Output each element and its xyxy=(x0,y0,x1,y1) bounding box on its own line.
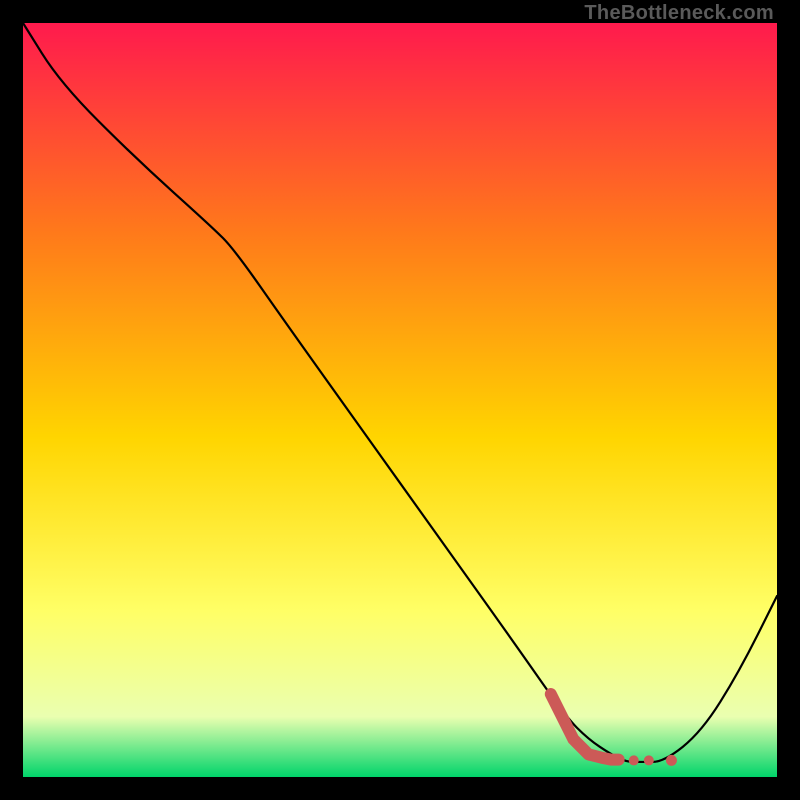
gradient-background xyxy=(23,23,777,777)
worm-dot-1 xyxy=(629,755,639,765)
watermark-text: TheBottleneck.com xyxy=(584,2,774,25)
chart-frame xyxy=(23,23,777,777)
worm-dot-3 xyxy=(666,755,677,766)
worm-dot-2 xyxy=(644,755,654,765)
bottleneck-chart xyxy=(23,23,777,777)
